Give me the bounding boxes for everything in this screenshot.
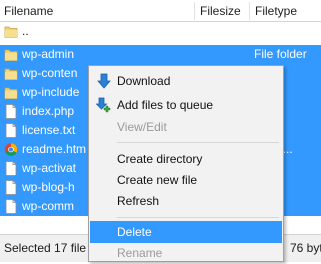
file-name: readme.htm [22, 142, 87, 156]
file-row[interactable]: .. [0, 22, 321, 41]
column-divider[interactable] [249, 2, 250, 20]
menu-item-label: Create directory [117, 152, 203, 166]
file-list-header: Filename Filesize Filetype [0, 0, 321, 22]
menu-item-label: View/Edit [117, 120, 167, 134]
folder-icon [4, 66, 18, 81]
download-arrow-icon [96, 73, 112, 89]
context-menu: Download Add files to queue View/Edit Cr… [88, 65, 284, 262]
column-filename[interactable]: Filename [4, 4, 53, 18]
menu-separator [117, 217, 279, 218]
file-name: .. [22, 24, 29, 38]
menu-item-download[interactable]: Download [90, 70, 282, 92]
file-name: wp-blog-h [22, 180, 75, 194]
file-icon [4, 180, 18, 195]
file-name: wp-activat [22, 161, 77, 175]
menu-separator [117, 142, 279, 143]
menu-item-label: Add files to queue [117, 98, 214, 112]
menu-item-rename[interactable]: Rename [90, 242, 282, 264]
file-icon [4, 123, 18, 138]
file-icon [4, 104, 18, 119]
menu-item-add-to-queue[interactable]: Add files to queue [90, 94, 282, 116]
menu-item-create-directory[interactable]: Create directory [90, 148, 282, 170]
file-row[interactable]: wp-admin File folder [0, 45, 321, 64]
file-name: wp-comm [22, 199, 75, 213]
file-name: license.txt [22, 123, 76, 137]
file-name: index.php [22, 104, 75, 118]
menu-item-label: Download [117, 74, 171, 88]
menu-item-label: Rename [117, 246, 163, 260]
file-icon [4, 161, 18, 176]
file-type: File folder [254, 47, 307, 61]
menu-item-refresh[interactable]: Refresh [90, 190, 282, 212]
folder-icon [4, 85, 18, 100]
selection-size: 76 byt [290, 241, 321, 255]
file-icon [4, 199, 18, 214]
menu-item-create-new-file[interactable]: Create new file [90, 169, 282, 191]
column-filesize[interactable]: Filesize [200, 4, 241, 18]
menu-item-delete[interactable]: Delete [90, 221, 282, 243]
menu-item-label: Delete [117, 225, 152, 239]
chrome-icon [4, 142, 18, 157]
menu-item-view-edit[interactable]: View/Edit [90, 116, 282, 138]
folder-icon [4, 47, 18, 62]
column-divider[interactable] [194, 2, 195, 20]
file-name: wp-conten [22, 66, 78, 80]
file-name: wp-include [22, 85, 80, 99]
menu-item-label: Create new file [117, 173, 198, 187]
menu-item-label: Refresh [117, 194, 160, 208]
selection-status: Selected 17 file [4, 241, 87, 255]
add-to-queue-icon [95, 97, 112, 113]
file-name: wp-admin [22, 47, 75, 61]
column-filetype[interactable]: Filetype [255, 4, 297, 18]
folder-icon [4, 24, 18, 39]
